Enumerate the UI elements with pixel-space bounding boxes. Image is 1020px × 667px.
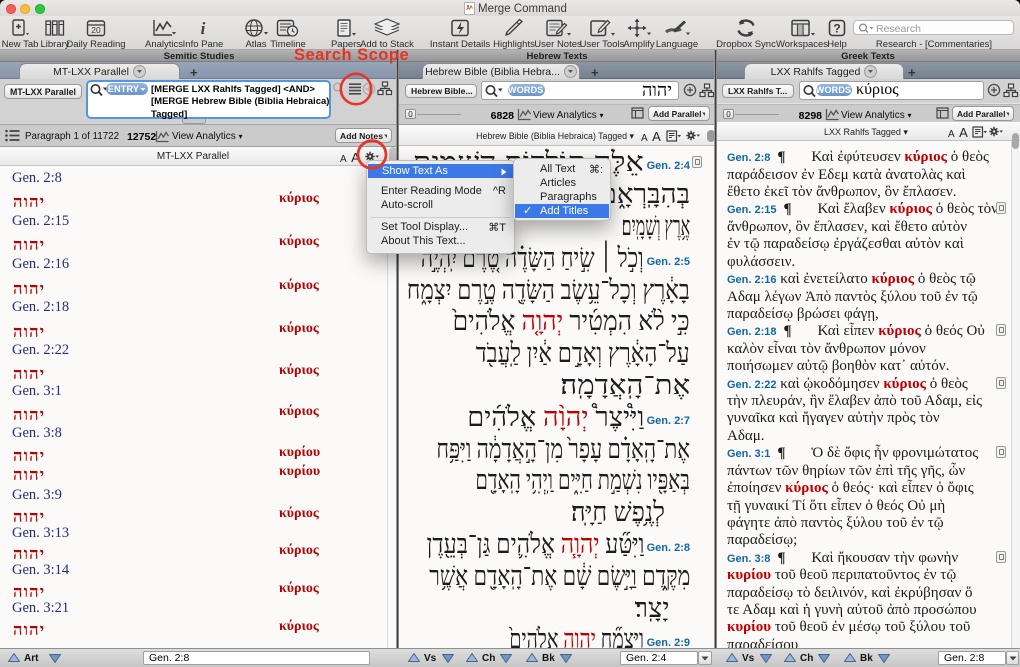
svg-text:?: ? (833, 22, 840, 36)
svg-text:i: i (201, 19, 206, 38)
svg-text:20: 20 (91, 25, 101, 35)
